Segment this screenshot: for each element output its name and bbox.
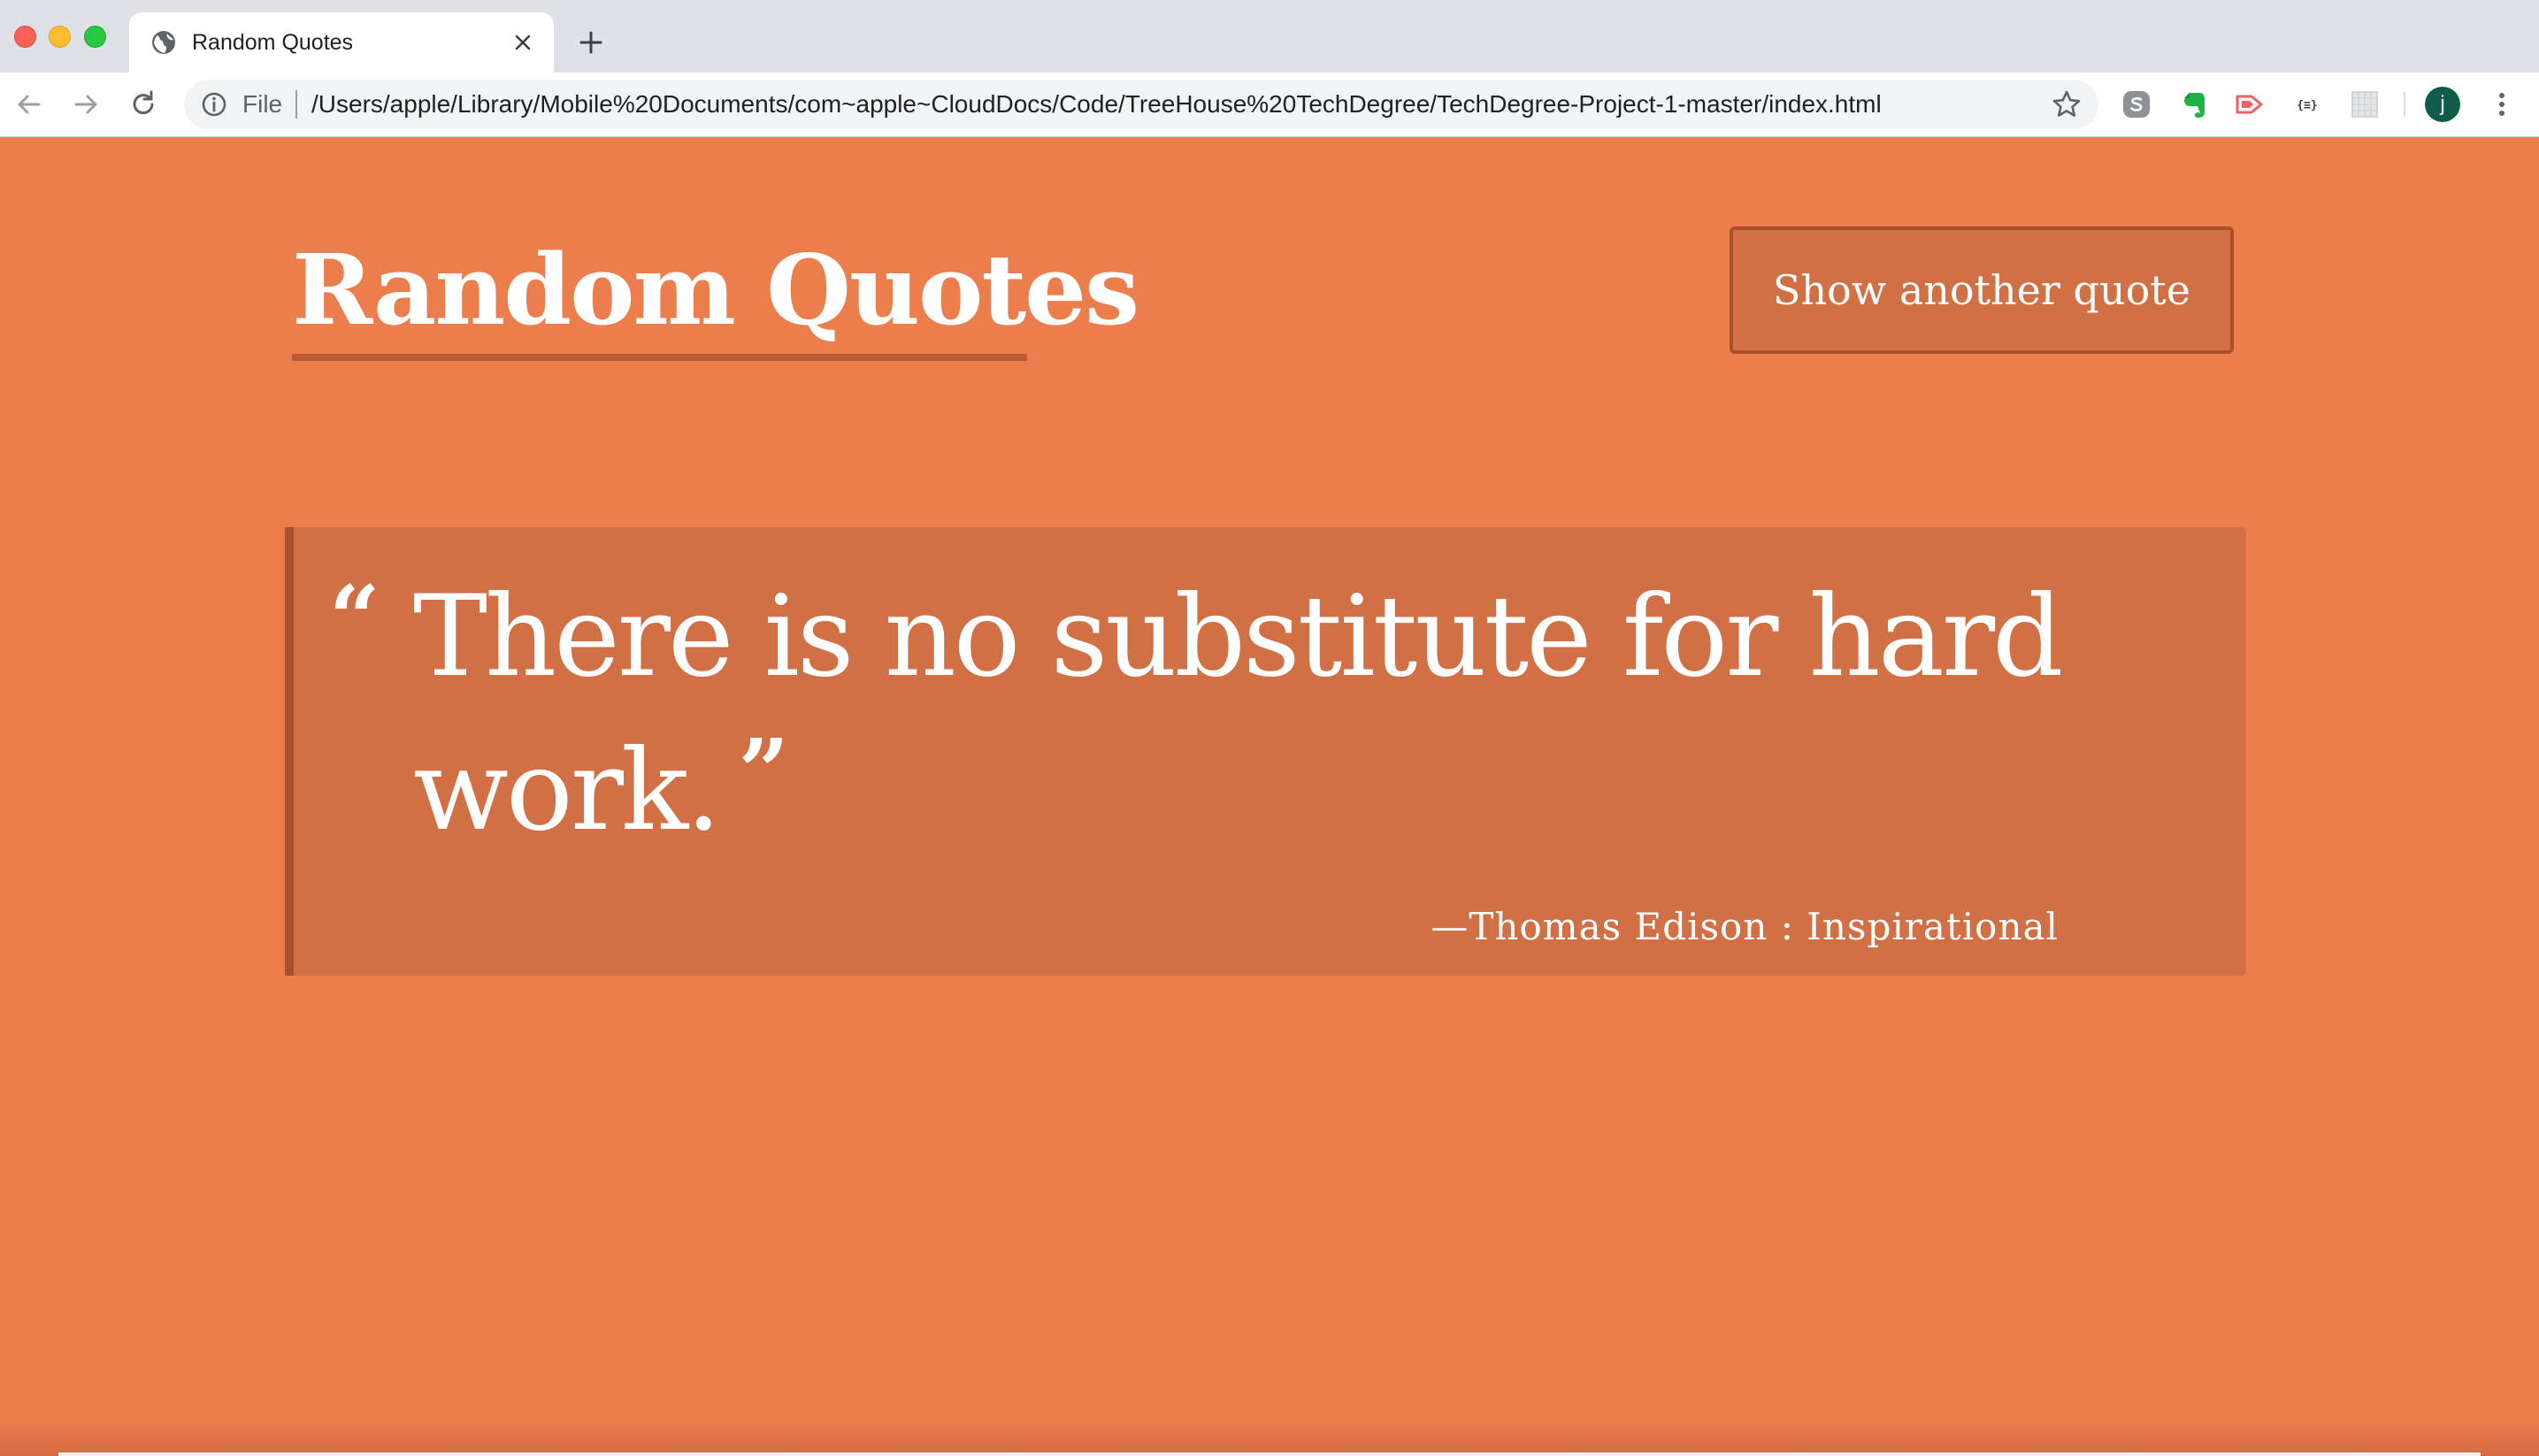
evernote-icon[interactable] [2178, 88, 2210, 120]
title-underline [292, 354, 1027, 361]
omnibox-separator [295, 90, 297, 119]
json-formatter-icon[interactable]: {≡} [2291, 88, 2323, 120]
address-bar[interactable]: File /Users/apple/Library/Mobile%20Docum… [184, 80, 2098, 129]
tab-strip: Random Quotes [0, 0, 2539, 73]
tab-random-quotes[interactable]: Random Quotes [129, 12, 554, 73]
svg-text:{≡}: {≡} [2297, 99, 2317, 112]
grid-extension-icon[interactable] [2349, 88, 2381, 120]
quote-paragraph: There is no substitute for hard work.” [413, 570, 2182, 858]
toolbar-divider [2404, 92, 2405, 117]
window-bottom-edge [58, 1452, 2481, 1456]
bottom-shade [0, 1421, 2539, 1456]
url-text[interactable]: /Users/apple/Library/Mobile%20Documents/… [311, 90, 1882, 119]
page-content: Random Quotes Show another quote “ There… [0, 137, 2539, 1456]
close-tab-icon[interactable] [510, 29, 536, 56]
tab-title: Random Quotes [192, 30, 354, 55]
maximize-window-button[interactable] [84, 26, 106, 48]
minimize-window-button[interactable] [49, 26, 71, 48]
close-quote-mark: ” [738, 719, 789, 824]
reload-icon[interactable] [128, 89, 158, 119]
info-icon[interactable] [200, 90, 228, 119]
globe-icon [150, 29, 177, 56]
scheme-label: File [242, 90, 283, 118]
browser-window: Random Quotes File /Users/apple/Library/… [0, 0, 2539, 1456]
show-another-quote-button[interactable]: Show another quote [1730, 226, 2234, 354]
quote-text: There is no substitute for hard work. [413, 571, 2064, 855]
page-title: Random Quotes [292, 233, 1139, 347]
quote-box: “ There is no substitute for hard work.”… [285, 527, 2246, 976]
back-arrow-icon[interactable] [14, 89, 44, 119]
skype-icon[interactable] [2121, 88, 2152, 120]
forward-arrow-icon[interactable] [71, 89, 101, 119]
quote-attribution: —Thomas Edison : Inspirational [1431, 905, 2059, 948]
browser-toolbar: File /Users/apple/Library/Mobile%20Docum… [0, 73, 2539, 137]
profile-avatar[interactable]: j [2425, 87, 2460, 122]
cast-extension-icon[interactable] [2234, 88, 2266, 120]
close-window-button[interactable] [14, 26, 36, 48]
open-quote-mark: “ [329, 566, 380, 671]
kebab-menu-icon[interactable] [2484, 87, 2520, 122]
bookmark-star-icon[interactable] [2051, 88, 2083, 120]
new-tab-icon[interactable] [577, 28, 605, 57]
